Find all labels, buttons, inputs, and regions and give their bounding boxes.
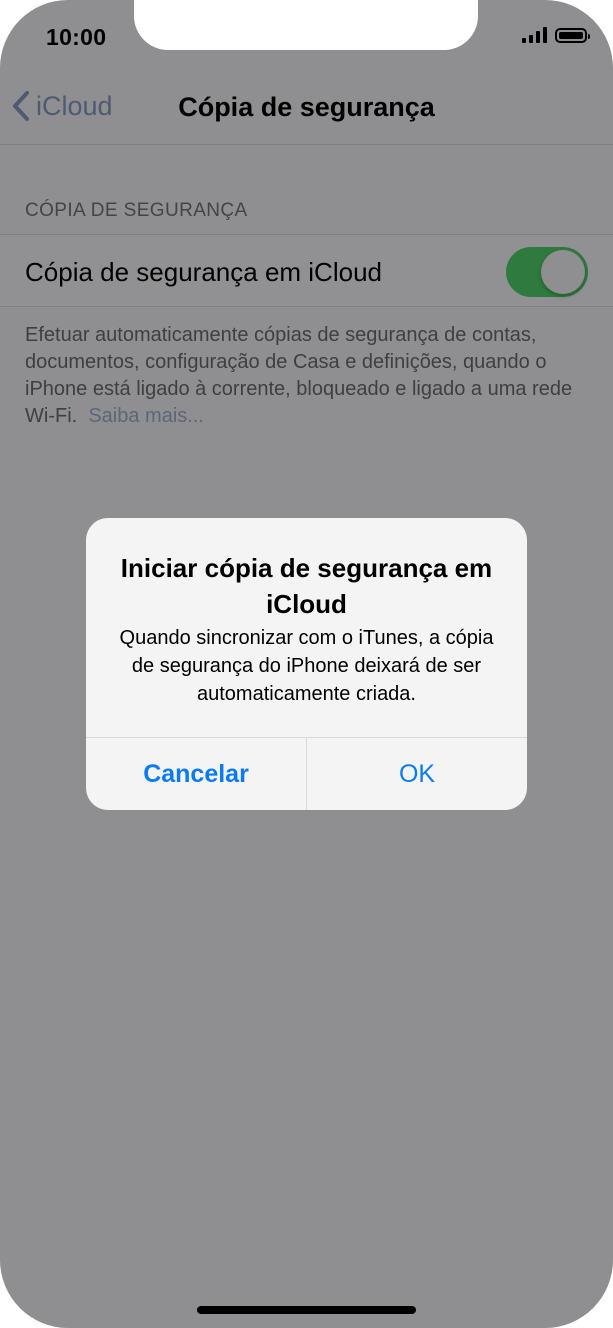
alert-title: Iniciar cópia de segurança em iCloud (120, 553, 493, 619)
icloud-backup-label: Cópia de segurança em iCloud (25, 257, 382, 287)
ok-button[interactable]: OK (307, 738, 527, 810)
section-footer: Efetuar automaticamente cópias de segura… (25, 322, 590, 430)
home-indicator[interactable] (197, 1306, 416, 1314)
status-time: 10:00 (46, 24, 107, 50)
page-title: Cópia de segurança (178, 92, 435, 122)
battery-icon (555, 28, 590, 43)
cancel-button[interactable]: Cancelar (86, 738, 306, 810)
signal-icon (522, 27, 547, 43)
icloud-backup-row: Cópia de segurança em iCloud (0, 234, 613, 307)
navigation-bar: iCloud Cópia de segurança (0, 72, 613, 145)
section-header: CÓPIA DE SEGURANÇA (25, 200, 248, 221)
toggle-knob (541, 250, 585, 294)
icloud-backup-toggle[interactable] (506, 247, 588, 297)
phone-screen: 10:00 iCloud Cópia de segurança CÓPIA DE… (0, 0, 613, 1328)
notch (134, 0, 478, 50)
learn-more-link[interactable]: Saiba mais... (88, 405, 204, 427)
status-icons (522, 27, 590, 43)
alert-dialog: Iniciar cópia de segurança em iCloud Qua… (86, 518, 527, 810)
alert-message: Quando sincronizar com o iTunes, a cópia… (119, 627, 494, 705)
